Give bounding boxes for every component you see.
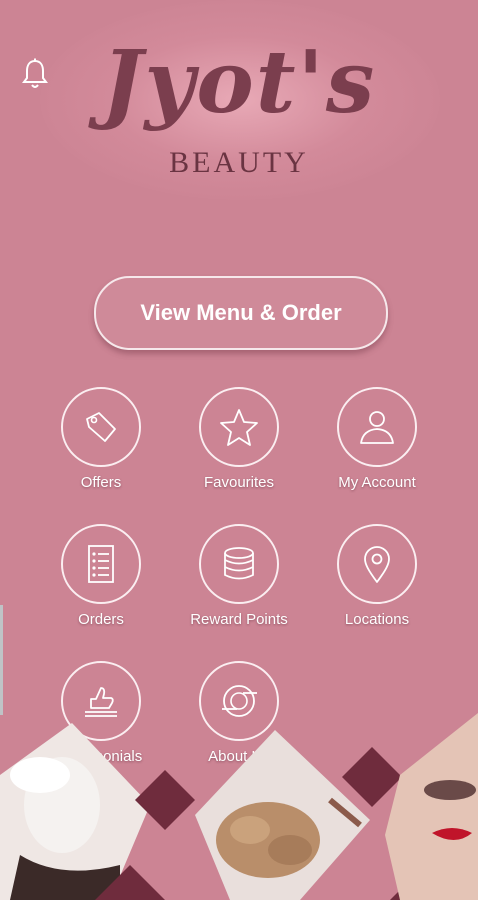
scroll-edge-indicator <box>0 605 3 715</box>
locations-circle <box>337 524 417 604</box>
menu-label-reward-points: Reward Points <box>190 611 288 628</box>
menu-item-favourites[interactable]: Favourites <box>169 387 309 491</box>
diamond-shape <box>135 770 195 830</box>
home-screen: Jyot's BEAUTY View Menu & Order Offers F… <box>0 0 478 900</box>
favourites-circle <box>199 387 279 467</box>
menu-label-favourites: Favourites <box>203 474 275 491</box>
menu-item-locations[interactable]: Locations <box>307 524 447 628</box>
makeup-photo <box>385 713 478 900</box>
view-menu-order-button[interactable]: View Menu & Order <box>94 276 388 350</box>
reward-points-circle <box>199 524 279 604</box>
menu-item-my-account[interactable]: My Account <box>307 387 447 491</box>
map-pin-icon <box>364 546 390 583</box>
my-account-circle <box>337 387 417 467</box>
menu-label-orders: Orders <box>78 611 124 628</box>
menu-item-orders[interactable]: Orders <box>31 524 171 628</box>
orders-circle <box>61 524 141 604</box>
menu-label-locations: Locations <box>344 611 410 628</box>
brand-logo: Jyot's <box>101 32 377 133</box>
list-icon <box>88 545 114 583</box>
brand-subtitle: BEAUTY <box>169 146 309 179</box>
menu-label-offers: Offers <box>80 474 122 491</box>
menu-item-reward-points[interactable]: Reward Points <box>169 524 309 628</box>
offers-circle <box>61 387 141 467</box>
menu-item-offers[interactable]: Offers <box>31 387 171 491</box>
star-icon <box>220 409 258 446</box>
coins-icon <box>224 547 254 580</box>
beauty-photo-collage <box>0 713 478 900</box>
diamond-shape <box>342 747 402 807</box>
menu-label-my-account: My Account <box>338 474 416 491</box>
tag-icon <box>86 412 116 442</box>
user-icon <box>360 411 394 444</box>
